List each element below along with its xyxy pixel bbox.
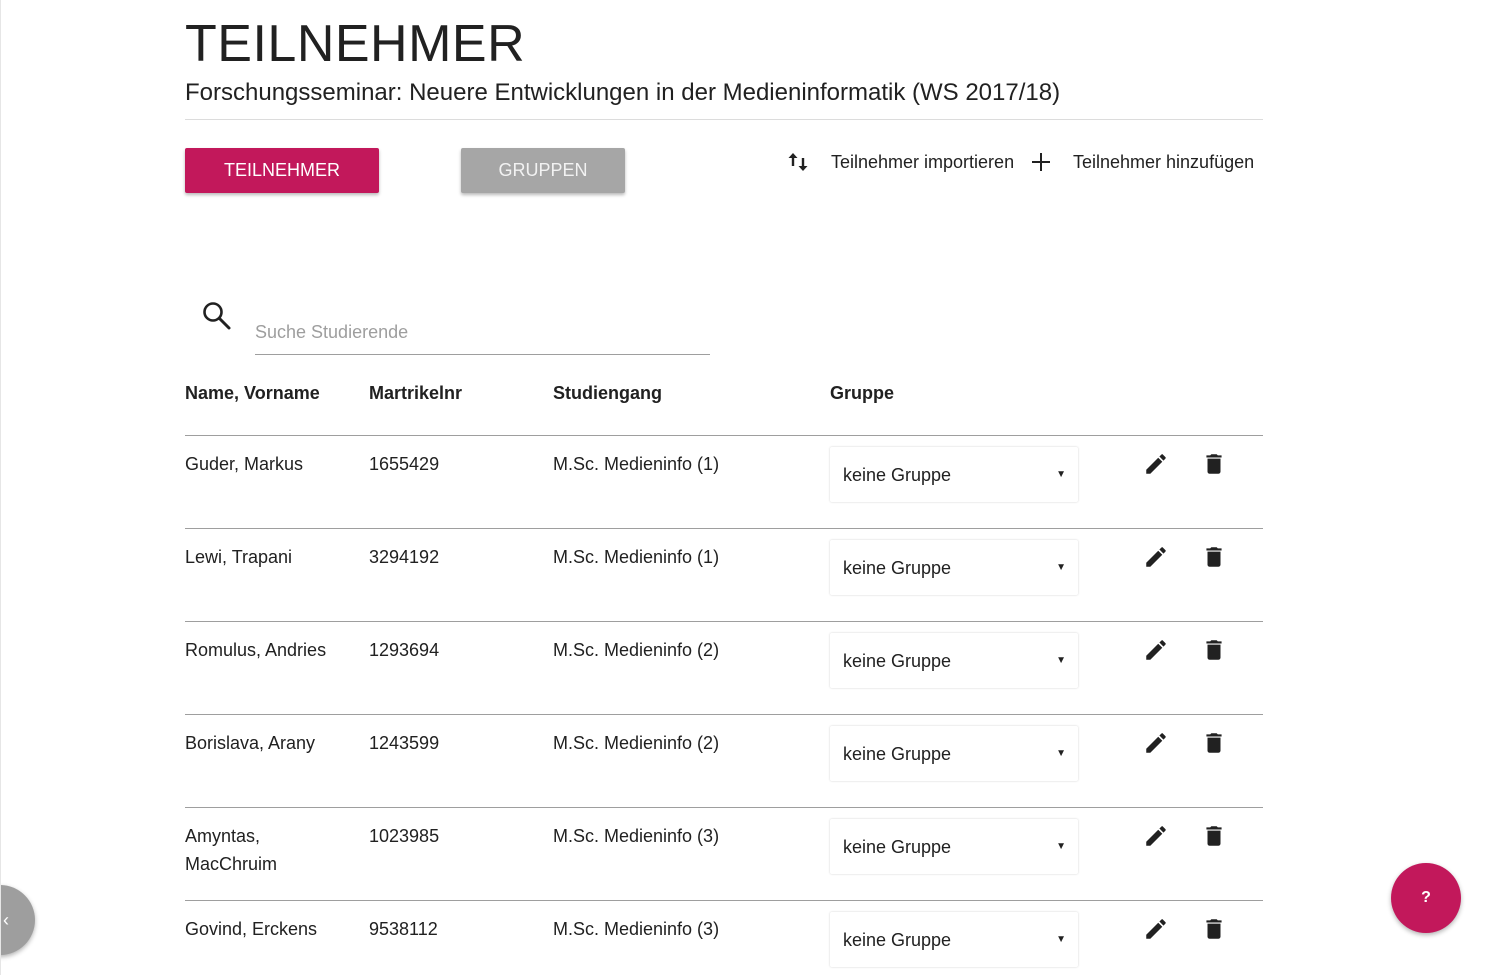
- page-title: TEILNEHMER: [185, 15, 526, 73]
- participant-name: Govind, Erckens: [185, 919, 318, 939]
- search-input[interactable]: [255, 310, 710, 355]
- group-select-value: keine Gruppe: [843, 650, 952, 671]
- import-participants-button[interactable]: Teilnehmer importieren: [785, 148, 1014, 176]
- participant-name: Guder, Markus: [185, 454, 304, 474]
- delete-icon[interactable]: [1200, 450, 1228, 478]
- participant-name: Romulus, Andries: [185, 640, 327, 660]
- table-row: Romulus, Andries 1293694 M.Sc. Medieninf…: [185, 621, 1263, 714]
- column-header-program[interactable]: Studiengang: [553, 383, 662, 404]
- matriculation-number: 9538112: [369, 919, 438, 939]
- dropdown-arrow-icon: ▼: [1056, 469, 1066, 480]
- edit-icon[interactable]: [1142, 450, 1170, 478]
- import-participants-label: Teilnehmer importieren: [831, 151, 1015, 172]
- study-program: M.Sc. Medieninfo (2): [553, 733, 720, 753]
- dropdown-arrow-icon: ▼: [1056, 841, 1066, 852]
- group-select-value: keine Gruppe: [843, 464, 952, 485]
- title-divider: [185, 119, 1263, 120]
- participant-name: Borislava, Arany: [185, 733, 316, 753]
- study-program: M.Sc. Medieninfo (3): [553, 826, 720, 846]
- table-row: Lewi, Trapani 3294192 M.Sc. Medieninfo (…: [185, 528, 1263, 621]
- group-select[interactable]: keine Gruppe ▼: [830, 633, 1078, 688]
- add-participant-button[interactable]: Teilnehmer hinzufügen: [1028, 148, 1254, 176]
- delete-icon[interactable]: [1200, 915, 1228, 943]
- delete-icon[interactable]: [1200, 729, 1228, 757]
- column-header-number[interactable]: Martrikelnr: [369, 383, 462, 404]
- course-subtitle: Forschungsseminar: Neuere Entwicklungen …: [185, 79, 1061, 106]
- dropdown-arrow-icon: ▼: [1056, 748, 1066, 759]
- column-header-name[interactable]: Name, Vorname: [185, 383, 355, 404]
- table-row: Guder, Markus 1655429 M.Sc. Medieninfo (…: [185, 435, 1263, 528]
- group-select[interactable]: keine Gruppe ▼: [830, 912, 1078, 967]
- group-select-value: keine Gruppe: [843, 836, 952, 857]
- matriculation-number: 1655429: [369, 454, 440, 474]
- help-fab-button[interactable]: ?: [1391, 863, 1461, 933]
- dropdown-arrow-icon: ▼: [1056, 934, 1066, 945]
- add-icon: [1028, 148, 1054, 176]
- search-icon: [199, 298, 235, 334]
- matriculation-number: 3294192: [369, 547, 440, 567]
- back-fab-button[interactable]: ‹: [1, 885, 35, 955]
- participants-table: Guder, Markus 1655429 M.Sc. Medieninfo (…: [185, 435, 1263, 975]
- group-select-value: keine Gruppe: [843, 743, 952, 764]
- study-program: M.Sc. Medieninfo (2): [553, 640, 720, 660]
- add-participant-label: Teilnehmer hinzufügen: [1073, 151, 1255, 172]
- column-header-group[interactable]: Gruppe: [830, 383, 894, 404]
- edit-icon[interactable]: [1142, 729, 1170, 757]
- groups-tab-button[interactable]: GRUPPEN: [461, 148, 625, 193]
- group-select-value: keine Gruppe: [843, 929, 952, 950]
- edit-icon[interactable]: [1142, 636, 1170, 664]
- chevron-left-icon: ‹: [3, 909, 9, 930]
- group-select[interactable]: keine Gruppe ▼: [830, 540, 1078, 595]
- delete-icon[interactable]: [1200, 822, 1228, 850]
- table-row: Amyntas, MacChruim 1023985 M.Sc. Medieni…: [185, 807, 1263, 900]
- group-select[interactable]: keine Gruppe ▼: [830, 819, 1078, 874]
- table-row: Borislava, Arany 1243599 M.Sc. Medieninf…: [185, 714, 1263, 807]
- dropdown-arrow-icon: ▼: [1056, 655, 1066, 666]
- matriculation-number: 1023985: [369, 826, 440, 846]
- table-row: Govind, Erckens 9538112 M.Sc. Medieninfo…: [185, 900, 1263, 975]
- edit-icon[interactable]: [1142, 915, 1170, 943]
- dropdown-arrow-icon: ▼: [1056, 562, 1066, 573]
- study-program: M.Sc. Medieninfo (3): [553, 919, 720, 939]
- matriculation-number: 1293694: [369, 640, 440, 660]
- edit-icon[interactable]: [1142, 543, 1170, 571]
- participants-tab-button[interactable]: TEILNEHMER: [185, 148, 379, 193]
- table-header: Name, Vorname Martrikelnr Studiengang Gr…: [185, 383, 1263, 413]
- participants-page: TEILNEHMER Forschungsseminar: Neuere Ent…: [0, 0, 1502, 975]
- study-program: M.Sc. Medieninfo (1): [553, 547, 720, 567]
- help-icon: ?: [1421, 889, 1431, 906]
- edit-icon[interactable]: [1142, 822, 1170, 850]
- delete-icon[interactable]: [1200, 543, 1228, 571]
- group-select[interactable]: keine Gruppe ▼: [830, 447, 1078, 502]
- study-program: M.Sc. Medieninfo (1): [553, 454, 720, 474]
- delete-icon[interactable]: [1200, 636, 1228, 664]
- participant-name: Amyntas, MacChruim: [185, 826, 278, 874]
- group-select[interactable]: keine Gruppe ▼: [830, 726, 1078, 781]
- group-select-value: keine Gruppe: [843, 557, 952, 578]
- matriculation-number: 1243599: [369, 733, 440, 753]
- participant-name: Lewi, Trapani: [185, 547, 293, 567]
- import-export-icon: [785, 148, 811, 176]
